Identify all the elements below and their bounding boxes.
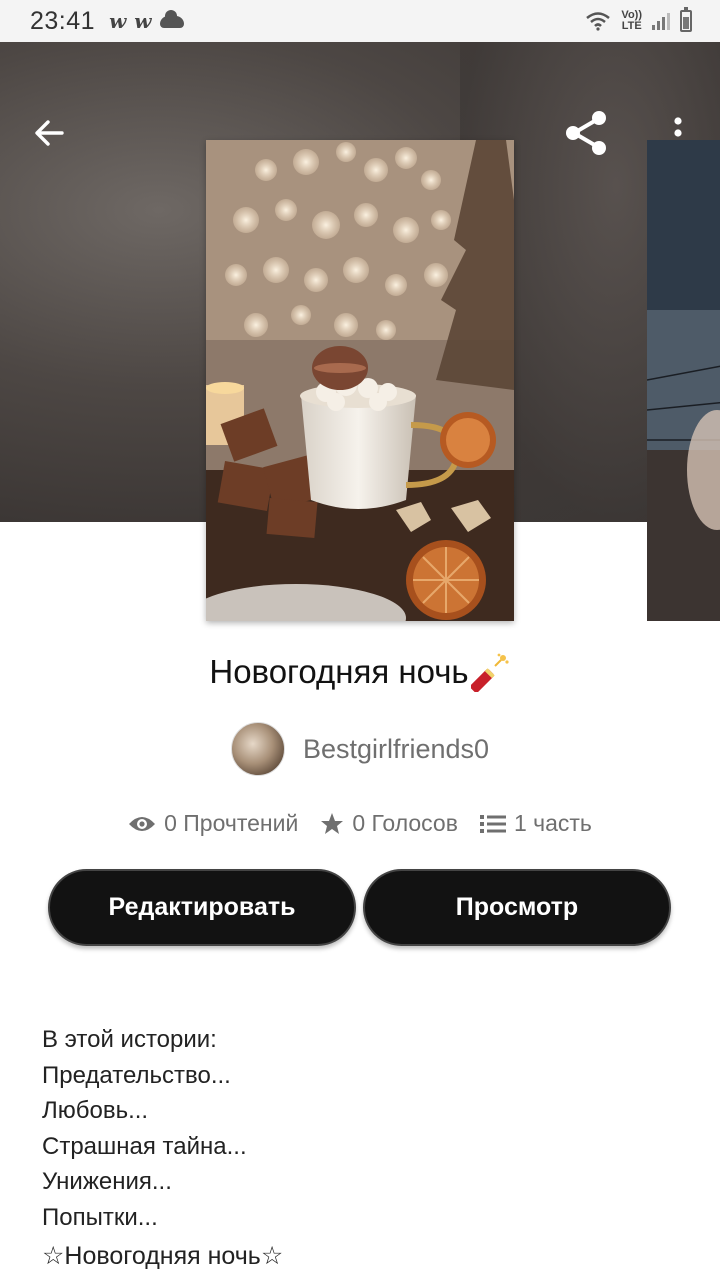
author-link[interactable]: Bestgirlfriends0 bbox=[0, 722, 720, 776]
w-icon: w bbox=[109, 9, 127, 33]
story-stats: 0 Прочтений 0 Голосов 1 часть bbox=[0, 810, 720, 837]
story-title-row: Новогодняя ночь bbox=[0, 652, 720, 692]
status-bar: 23:41 w w Vo)) LTE bbox=[0, 0, 720, 42]
story-cover[interactable] bbox=[206, 140, 514, 621]
description-line: Страшная тайна... bbox=[42, 1132, 247, 1160]
avatar bbox=[230, 722, 285, 776]
story-title: Новогодняя ночь bbox=[209, 653, 469, 690]
description-line: Попытки... bbox=[42, 1203, 158, 1231]
description-line: Унижения... bbox=[42, 1168, 172, 1195]
wifi-icon bbox=[586, 12, 611, 31]
cloud-icon bbox=[159, 10, 184, 28]
star-icon bbox=[321, 812, 344, 834]
parts-count: 1 часть bbox=[513, 810, 592, 836]
firecracker-icon bbox=[470, 653, 509, 692]
story-description: В этой истории: Предательство... Любовь.… bbox=[42, 1022, 682, 1275]
w-icon: w bbox=[134, 9, 152, 33]
system-icons: Vo)) LTE bbox=[585, 7, 692, 32]
cover-image bbox=[206, 140, 514, 621]
lte-label: LTE bbox=[621, 20, 642, 32]
description-line: Предательство... bbox=[42, 1061, 231, 1089]
eye-icon bbox=[129, 816, 156, 831]
reads-count: 0 Прочтений bbox=[164, 810, 299, 836]
description-line: ☆Новогодняя ночь☆ bbox=[42, 1242, 284, 1270]
battery-icon bbox=[680, 7, 692, 32]
view-button[interactable]: Просмотр bbox=[363, 869, 671, 946]
notification-icons: w w bbox=[109, 9, 184, 33]
next-cover-image bbox=[647, 140, 720, 621]
status-time: 23:41 bbox=[30, 6, 96, 35]
list-icon bbox=[479, 814, 506, 833]
share-button[interactable] bbox=[562, 110, 612, 156]
next-cover-preview[interactable] bbox=[647, 140, 720, 621]
votes-count: 0 Голосов bbox=[352, 810, 458, 836]
votes-stat: 0 Голосов bbox=[320, 810, 458, 837]
description-line: В этой истории: bbox=[42, 1026, 217, 1053]
description-line: Любовь... bbox=[42, 1097, 149, 1124]
signal-icon bbox=[652, 12, 670, 30]
author-name: Bestgirlfriends0 bbox=[302, 733, 490, 764]
edit-button[interactable]: Редактировать bbox=[48, 869, 356, 946]
arrow-left-icon bbox=[35, 120, 64, 146]
parts-stat[interactable]: 1 часть bbox=[479, 810, 592, 837]
lte-indicator: Vo)) LTE bbox=[621, 10, 642, 32]
back-button[interactable] bbox=[30, 116, 70, 150]
share-icon bbox=[566, 111, 606, 155]
reads-stat: 0 Прочтений bbox=[128, 810, 298, 837]
